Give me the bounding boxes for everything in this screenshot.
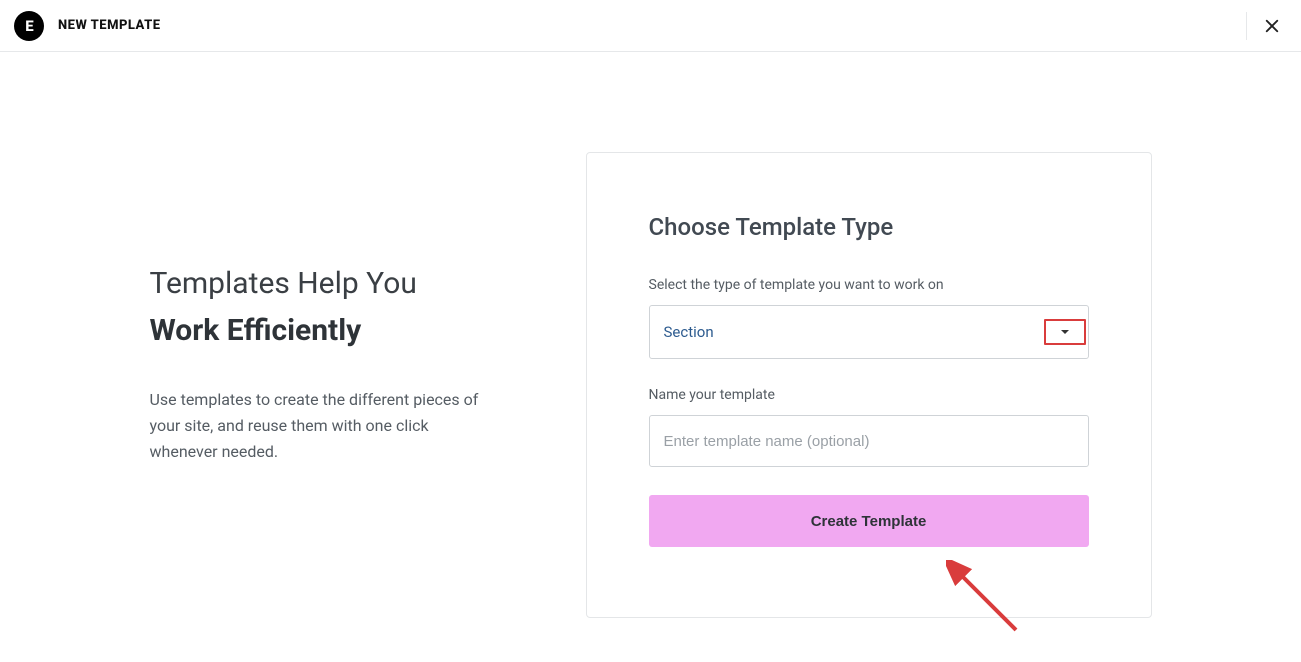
template-type-selected-value: Section [664, 323, 714, 341]
intro-body-text: Use templates to create the different pi… [150, 387, 480, 466]
intro-heading-line1: Templates Help You [150, 264, 586, 303]
modal-content: Templates Help You Work Efficiently Use … [0, 52, 1301, 618]
template-type-select[interactable]: Section [649, 305, 1089, 359]
logo-letter: E [25, 17, 32, 35]
form-title: Choose Template Type [649, 213, 1089, 241]
page-title: NEW TEMPLATE [58, 18, 161, 33]
close-icon [1263, 17, 1281, 35]
header-left: E NEW TEMPLATE [14, 11, 161, 41]
template-type-field-wrap: Section [649, 305, 1089, 359]
modal-header: E NEW TEMPLATE [0, 0, 1301, 52]
template-form-card: Choose Template Type Select the type of … [586, 152, 1152, 618]
header-right [1246, 12, 1285, 40]
close-button[interactable] [1259, 13, 1285, 39]
intro-heading-line2: Work Efficiently [150, 309, 586, 353]
template-name-input[interactable] [649, 415, 1089, 467]
elementor-logo-icon: E [14, 11, 44, 41]
template-name-label: Name your template [649, 387, 1089, 403]
template-name-field-wrap [649, 415, 1089, 467]
template-type-label: Select the type of template you want to … [649, 277, 1089, 293]
vertical-divider [1246, 12, 1247, 40]
intro-column: Templates Help You Work Efficiently Use … [150, 152, 586, 466]
create-template-button[interactable]: Create Template [649, 495, 1089, 547]
